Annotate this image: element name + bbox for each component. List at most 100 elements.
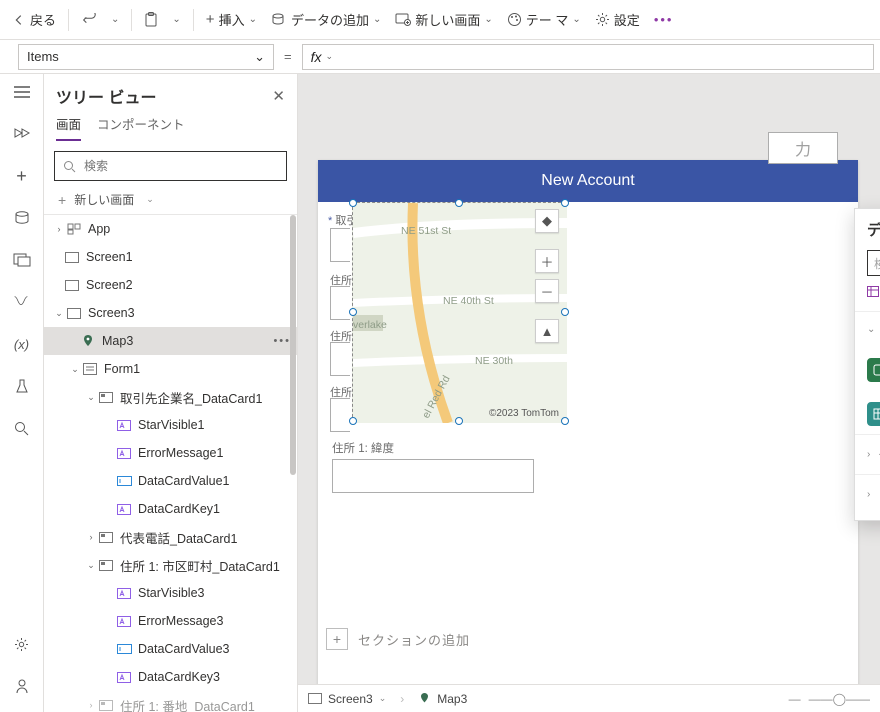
tree-dc-city[interactable]: ⌄ 住所 1: 市区町村_DataCard1 (44, 551, 297, 579)
map-pitch[interactable]: ▲ (535, 319, 559, 343)
theme-button[interactable]: テー マ ⌄ (501, 4, 587, 36)
flyout-connectors[interactable]: › コネクタ ••• (855, 474, 880, 514)
plus-box-icon: + (326, 628, 348, 650)
tree-map3[interactable]: Map3 ••• (44, 327, 297, 355)
close-icon[interactable]: ✕ (272, 87, 285, 105)
zoom-controls: — ——◯—— (789, 692, 870, 706)
undo-button[interactable] (75, 4, 103, 36)
search-rail-icon[interactable] (12, 418, 32, 438)
map-zoom-in[interactable]: ＋ (535, 249, 559, 273)
input-peek[interactable] (330, 342, 350, 376)
map-label: NE 30th (475, 355, 513, 367)
tree-sv3[interactable]: StarVisible3 (44, 579, 297, 607)
palette-icon (507, 12, 522, 27)
zoom-slider[interactable]: ——◯—— (809, 692, 870, 706)
paste-chevron[interactable]: ⌄ (166, 4, 186, 36)
media-rail-icon[interactable] (12, 250, 32, 270)
ai-rail-icon[interactable] (12, 676, 32, 696)
tree-dcv1[interactable]: DataCardValue1 (44, 467, 297, 495)
flyout-title: データ ソースの選択 (867, 219, 880, 240)
ellipsis-icon[interactable]: ••• (273, 335, 291, 347)
tree-label: 住所 1: 番地_DataCard1 (120, 696, 255, 712)
crumb-map3[interactable]: Map3 (418, 692, 467, 706)
tree-sv1[interactable]: StarVisible1 (44, 411, 297, 439)
variables-rail-icon[interactable]: (x) (12, 334, 32, 354)
screen-plus-icon (395, 13, 411, 26)
map-zoom-out[interactable]: － (535, 279, 559, 303)
add-data-button[interactable]: データの追加 ⌄ (265, 4, 387, 36)
tab-screens[interactable]: 画面 (56, 114, 81, 141)
tree-screen2[interactable]: Screen2 (44, 271, 297, 299)
label-icon (116, 586, 132, 600)
new-screen-button[interactable]: 新しい画面 ⌄ (389, 4, 498, 36)
field-label-latitude: 住所 1: 緯度 (332, 440, 534, 456)
left-rail: + (x) (0, 74, 44, 712)
tree-form1[interactable]: ⌄ Form1 (44, 355, 297, 383)
app-header: New Account (318, 160, 858, 202)
tree-label: DataCardValue1 (138, 474, 230, 488)
flyout-search[interactable]: 検索 (867, 250, 880, 276)
tree-dc-cut[interactable]: › 住所 1: 番地_DataCard1 (44, 691, 297, 712)
settings-button[interactable]: 設定 (589, 4, 646, 36)
collection-icon (867, 402, 880, 426)
flyout-new-table[interactable]: 新しいテーブルの作成 (855, 284, 880, 311)
map-control[interactable]: NE 51st St NE 40th St NE 30th verlake el… (352, 202, 566, 422)
tab-components[interactable]: コンポーネント (97, 114, 185, 141)
tree-search[interactable] (54, 151, 287, 181)
flyout-section-inapp[interactable]: ⌄ アプリ内 (855, 311, 880, 347)
add-data-label: データの追加 (291, 10, 369, 29)
tools-rail-icon[interactable] (12, 376, 32, 396)
separator (68, 9, 69, 31)
tree-screen3[interactable]: ⌄ Screen3 (44, 299, 297, 327)
crumb-screen3[interactable]: Screen3 ⌄ (308, 692, 386, 706)
data-rail-icon[interactable] (12, 208, 32, 228)
flows-rail-icon[interactable] (12, 292, 32, 312)
peek-input[interactable]: 力 (768, 132, 838, 164)
clipboard-icon (144, 12, 158, 28)
tree-label: 代表電話_DataCard1 (120, 528, 237, 547)
datacard-icon (98, 390, 114, 404)
input-peek[interactable] (330, 398, 350, 432)
insert-rail-icon[interactable]: + (12, 166, 32, 186)
tree-label: Screen3 (88, 306, 135, 320)
chevron-down-icon: ⌄ (254, 49, 265, 65)
tree-label: DataCardValue3 (138, 642, 230, 656)
input-latitude[interactable] (332, 459, 534, 493)
property-selector[interactable]: Items ⌄ (18, 44, 274, 70)
settings-label: 設定 (614, 10, 640, 29)
datasource-collection[interactable]: colSelectedAddress コレクション (855, 393, 880, 434)
insert-button[interactable]: + 挿入 ⌄ (200, 4, 263, 36)
overflow-button[interactable]: ••• (648, 4, 680, 36)
input-peek[interactable] (330, 286, 350, 320)
new-screen-link[interactable]: + 新しい画面 ⌄ (44, 185, 297, 215)
tree-view-icon[interactable] (12, 124, 32, 144)
tree-label: ErrorMessage1 (138, 446, 223, 460)
tree-app[interactable]: › App (44, 215, 297, 243)
screen-icon (64, 278, 80, 292)
tree-search-input[interactable] (82, 158, 278, 174)
tree-dck3[interactable]: DataCardKey3 (44, 663, 297, 691)
add-section[interactable]: + セクションの追加 (318, 620, 478, 658)
zoom-out-icon[interactable]: — (789, 692, 801, 706)
screen-icon (66, 306, 82, 320)
datasource-account[interactable]: 取引先企業 Microsoft Dataverse - 現在の環境 (855, 347, 880, 393)
tree-screen1[interactable]: Screen1 (44, 243, 297, 271)
fx-label: fx (311, 49, 322, 65)
tree-em1[interactable]: ErrorMessage1 (44, 439, 297, 467)
hamburger-icon[interactable] (12, 82, 32, 102)
tree-dc-account[interactable]: ⌄ 取引先企業名_DataCard1 (44, 383, 297, 411)
map-compass-icon[interactable]: ◆ (535, 209, 559, 233)
tree-dcv3[interactable]: DataCardValue3 (44, 635, 297, 663)
scrollbar[interactable] (290, 215, 296, 475)
equals-sign: = (284, 49, 292, 64)
flyout-tables[interactable]: › テーブル ••• (855, 434, 880, 474)
paste-button[interactable] (138, 4, 164, 36)
tree-dc-phone[interactable]: › 代表電話_DataCard1 (44, 523, 297, 551)
tree-em3[interactable]: ErrorMessage3 (44, 607, 297, 635)
input-account-peek[interactable] (330, 228, 350, 262)
formula-bar[interactable]: fx ⌄ (302, 44, 874, 70)
undo-chevron[interactable]: ⌄ (105, 4, 125, 36)
back-button[interactable]: 戻る (6, 4, 62, 36)
settings-rail-icon[interactable] (12, 634, 32, 654)
tree-dck1[interactable]: DataCardKey1 (44, 495, 297, 523)
